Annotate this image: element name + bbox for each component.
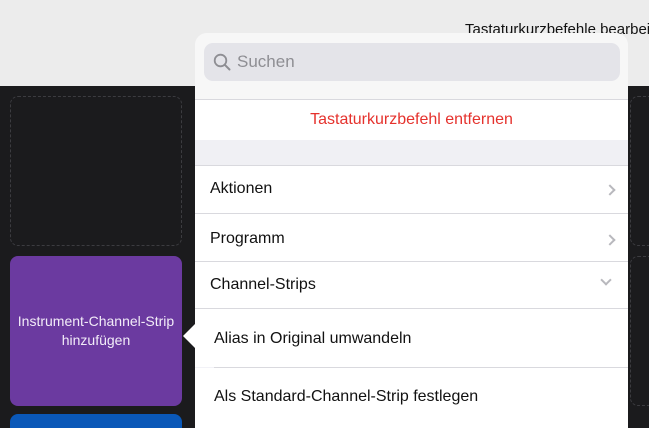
menu-item-label: Alias in Original umwandeln: [214, 330, 412, 347]
menu-item-label: Channel-Strips: [210, 276, 316, 293]
empty-slot[interactable]: [10, 96, 182, 246]
search-field[interactable]: [204, 43, 620, 81]
menu-item-alias-to-original[interactable]: Alias in Original umwandeln: [195, 309, 628, 367]
section-gap: [195, 140, 628, 165]
remove-shortcut-label: Tastaturkurzbefehl entfernen: [310, 111, 513, 128]
empty-slot[interactable]: [630, 96, 649, 246]
menu-item-label: Aktionen: [210, 180, 273, 197]
menu-item-label: Programm: [210, 230, 285, 247]
remove-shortcut-button[interactable]: Tastaturkurzbefehl entfernen: [195, 100, 628, 140]
menu-item-label: Als Standard-Channel-Strip festlegen: [214, 388, 479, 405]
search-bar-area: [195, 33, 628, 99]
chevron-right-icon: [604, 234, 616, 246]
menu-item-actions[interactable]: Aktionen: [195, 166, 628, 213]
search-icon: [213, 53, 231, 71]
add-instrument-channel-strip-button[interactable]: Instrument-Channel-Strip hinzufügen: [10, 256, 182, 406]
chevron-down-icon: [600, 274, 612, 286]
empty-slot[interactable]: [630, 256, 649, 406]
shortcut-popover: Tastaturkurzbefehl entfernen Aktionen Pr…: [195, 33, 628, 428]
menu-item-channel-strips[interactable]: Channel-Strips: [195, 262, 628, 308]
audio-channel-strip-tile[interactable]: [10, 414, 182, 428]
menu-item-program[interactable]: Programm: [195, 214, 628, 261]
chevron-right-icon: [604, 184, 616, 196]
search-input[interactable]: [237, 43, 597, 81]
add-instrument-channel-strip-label: Instrument-Channel-Strip hinzufügen: [17, 313, 175, 348]
menu-item-set-default-channel-strip[interactable]: Als Standard-Channel-Strip festlegen: [195, 368, 628, 428]
